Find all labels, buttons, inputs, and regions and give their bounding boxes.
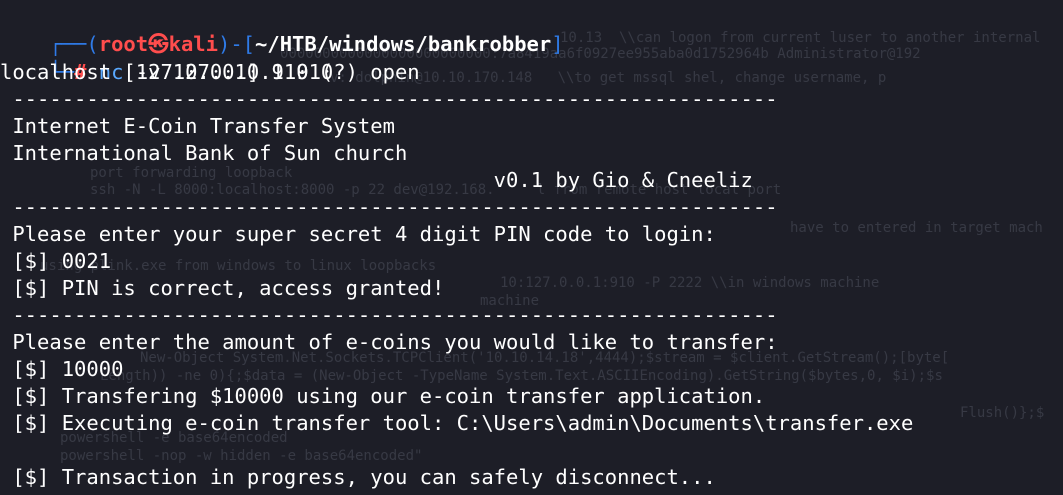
output-line: localhost [127.0.0.1] 910 (?) open	[0, 60, 420, 84]
output-line: [$] 0021	[0, 249, 112, 273]
terminal-window[interactable]: 10.13 \\can logon from current luser to …	[0, 0, 1063, 495]
output-line: [$] PIN is correct, access granted!	[0, 276, 445, 300]
output-line: Please enter the amount of e-coins you w…	[0, 330, 778, 354]
output-line: ----------------------------------------…	[0, 87, 778, 111]
output-line: v0.1 by Gio & Cneeliz	[0, 168, 753, 192]
prompt-line-2: └─# nc -v 127.0.0.1 910	[0, 32, 333, 84]
output-line: International Bank of Sun church	[0, 141, 408, 165]
output-line: ----------------------------------------…	[0, 195, 778, 219]
output-line: [$] Executing e-coin transfer tool: C:\U…	[0, 411, 914, 435]
output-line: [$] Transfering $10000 using our e-coin …	[0, 384, 766, 408]
prompt-frame-end: ]	[551, 32, 564, 56]
output-line: Internet E-Coin Transfer System	[0, 114, 395, 138]
output-line: [$] Transaction in progress, you can saf…	[0, 465, 716, 489]
output-line: Please enter your super secret 4 digit P…	[0, 222, 716, 246]
output-line: [$] 10000	[0, 357, 124, 381]
output-line: ----------------------------------------…	[0, 303, 778, 327]
prompt-line-1: ┌──(root㉿kali)-[~/HTB/windows/bankrobber…	[0, 4, 563, 56]
